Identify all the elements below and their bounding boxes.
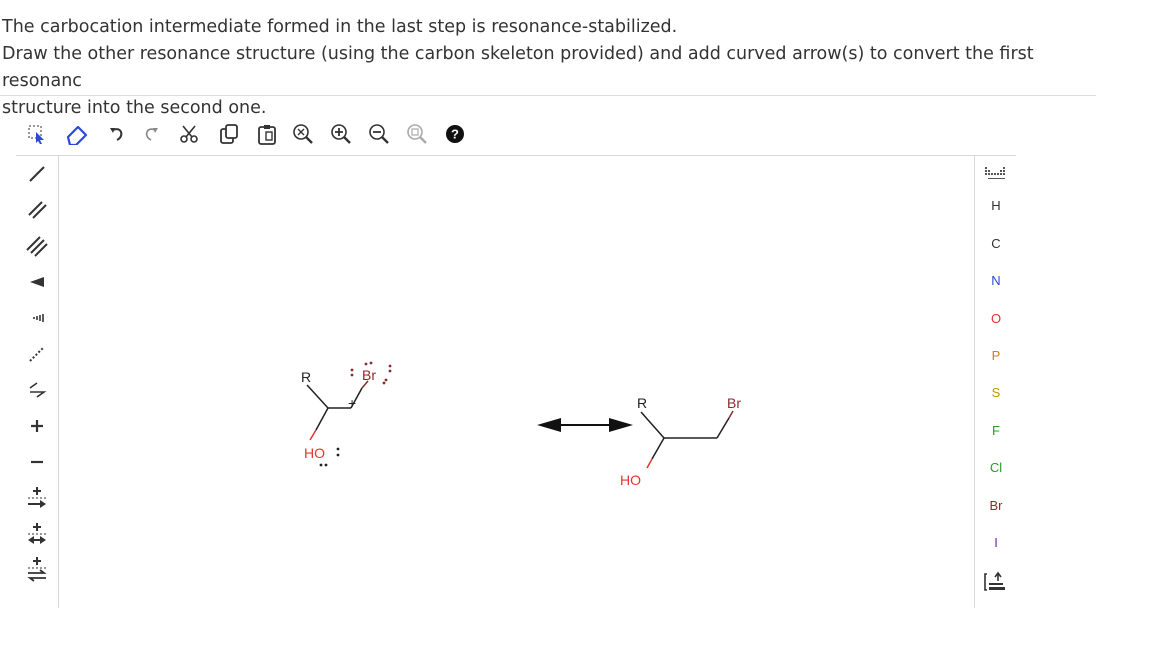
br-label-1: Br bbox=[362, 367, 376, 383]
element-cl[interactable]: Cl bbox=[981, 454, 1011, 482]
element-toolbar: H C N O P S F Cl Br I bbox=[974, 155, 1017, 608]
zoom-fit-icon[interactable] bbox=[288, 119, 318, 149]
resonance-arrow bbox=[537, 418, 633, 432]
copy-icon[interactable] bbox=[214, 119, 244, 149]
drawing-canvas[interactable]: R Br + HO R Br HO bbox=[59, 156, 973, 608]
r-label-2: R bbox=[637, 395, 647, 411]
structure-editor: ? H C N O P S F Cl Br I R Br + HO R Br H… bbox=[16, 113, 1016, 608]
element-f[interactable]: F bbox=[981, 417, 1011, 445]
question-text: The carbocation intermediate formed in t… bbox=[2, 14, 1102, 122]
help-icon[interactable]: ? bbox=[440, 119, 470, 149]
r-label-1: R bbox=[301, 369, 311, 385]
element-h[interactable]: H bbox=[981, 192, 1011, 220]
element-c[interactable]: C bbox=[981, 230, 1011, 258]
carbocation-charge: + bbox=[348, 395, 356, 411]
element-p[interactable]: P bbox=[981, 342, 1011, 370]
plus-charge-icon[interactable] bbox=[22, 409, 52, 443]
periodic-table-icon[interactable] bbox=[981, 157, 1011, 191]
minus-charge-icon[interactable] bbox=[22, 445, 52, 479]
resonance-structure-1[interactable]: R Br + HO bbox=[301, 361, 392, 467]
br-label-2: Br bbox=[727, 395, 741, 411]
question-line-1: The carbocation intermediate formed in t… bbox=[2, 17, 678, 37]
element-o[interactable]: O bbox=[981, 305, 1011, 333]
zoom-in-icon[interactable] bbox=[326, 119, 356, 149]
redo-icon[interactable] bbox=[136, 119, 166, 149]
arrow-plus-icon[interactable] bbox=[22, 481, 52, 515]
element-br[interactable]: Br bbox=[981, 492, 1011, 520]
zoom-reset-icon[interactable] bbox=[402, 119, 432, 149]
double-bond-icon[interactable] bbox=[22, 193, 52, 227]
resonance-structure-2[interactable]: R Br HO bbox=[620, 395, 741, 488]
cut-icon[interactable] bbox=[174, 119, 204, 149]
wedge-bond-icon[interactable] bbox=[22, 265, 52, 299]
left-toolbar bbox=[16, 155, 59, 608]
top-toolbar: ? bbox=[16, 113, 1016, 156]
element-list-icon[interactable] bbox=[981, 565, 1011, 599]
divider bbox=[0, 95, 1096, 96]
double-arrow-plus-icon[interactable] bbox=[22, 517, 52, 551]
dashed-bond-icon[interactable] bbox=[22, 337, 52, 371]
any-bond-icon[interactable] bbox=[22, 373, 52, 407]
element-i[interactable]: I bbox=[981, 529, 1011, 557]
select-icon[interactable] bbox=[22, 119, 52, 149]
paste-icon[interactable] bbox=[252, 119, 282, 149]
ho-label-1: HO bbox=[304, 445, 325, 461]
undo-icon[interactable] bbox=[102, 119, 132, 149]
erase-icon[interactable] bbox=[62, 119, 92, 149]
single-bond-icon[interactable] bbox=[22, 157, 52, 191]
question-line-2: Draw the other resonance structure (usin… bbox=[2, 44, 1034, 91]
svg-text:?: ? bbox=[451, 127, 459, 142]
ho-label-2: HO bbox=[620, 472, 641, 488]
element-n[interactable]: N bbox=[981, 267, 1011, 295]
hash-bond-icon[interactable] bbox=[22, 301, 52, 335]
element-s[interactable]: S bbox=[981, 379, 1011, 407]
triple-bond-icon[interactable] bbox=[22, 229, 52, 263]
equilibrium-plus-icon[interactable] bbox=[22, 553, 52, 587]
zoom-out-icon[interactable] bbox=[364, 119, 394, 149]
